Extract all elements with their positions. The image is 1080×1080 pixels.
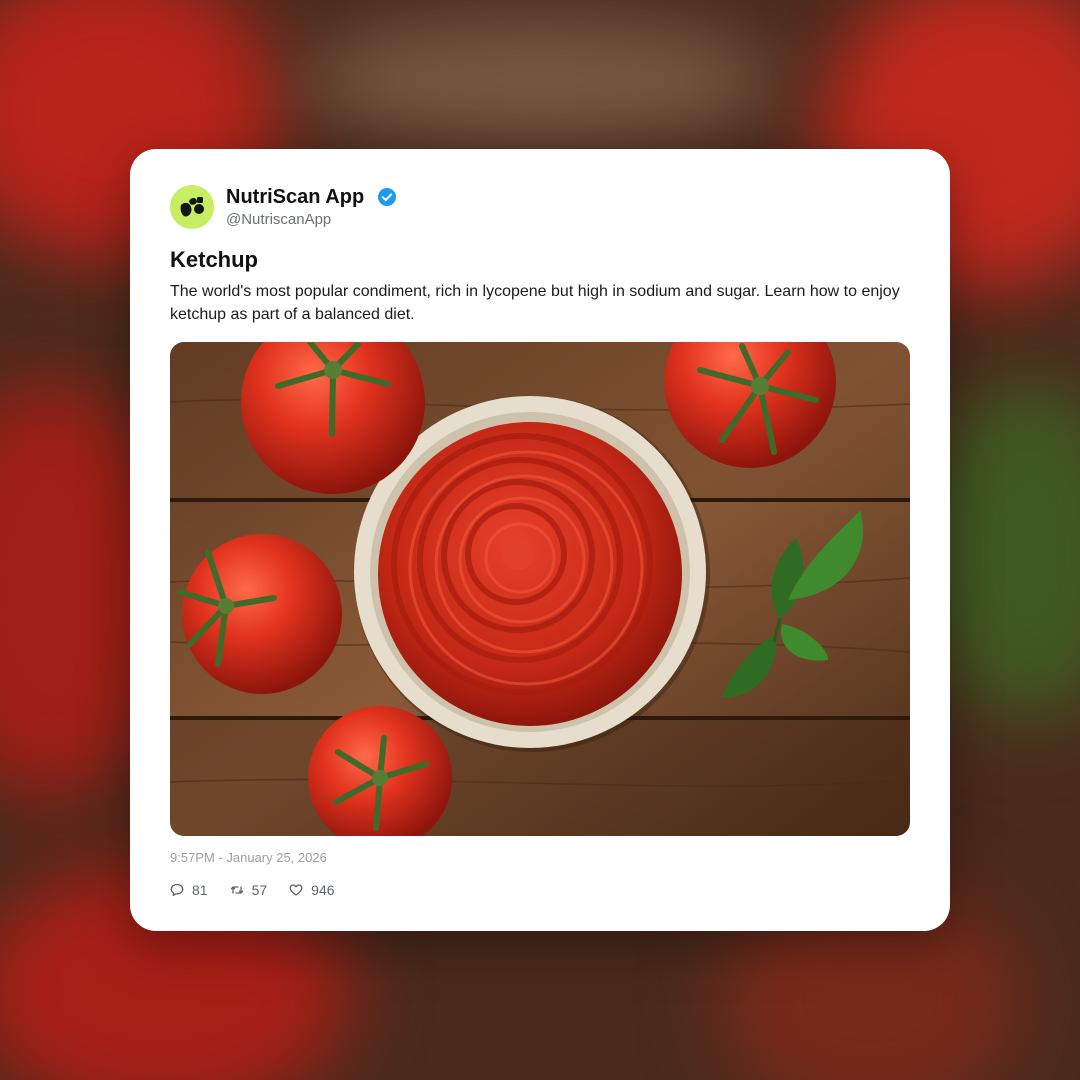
- post-card: NutriScan App @NutriscanApp Ketchup The …: [130, 149, 950, 931]
- author-handle[interactable]: @NutriscanApp: [226, 211, 331, 229]
- reply-button[interactable]: 81: [170, 882, 208, 898]
- retweet-count: 57: [251, 882, 268, 898]
- retweet-icon: [230, 886, 243, 894]
- post-title: Ketchup: [170, 247, 258, 272]
- reply-icon: [170, 883, 184, 897]
- nutriscan-logo-icon: [180, 197, 204, 217]
- verified-badge-icon: [378, 188, 396, 206]
- avatar[interactable]: [170, 185, 214, 229]
- post-timestamp[interactable]: 9:57PM - January 25, 2026: [170, 850, 327, 866]
- post-body: The world's most popular condiment, rich…: [170, 283, 900, 323]
- reply-count: 81: [192, 882, 208, 898]
- heart-icon: [289, 884, 303, 896]
- retweet-button[interactable]: 57: [230, 882, 268, 898]
- author-name[interactable]: NutriScan App: [226, 185, 364, 209]
- like-button[interactable]: 946: [289, 882, 335, 898]
- engagement-bar: 81 57 946: [170, 880, 357, 900]
- like-count: 946: [311, 882, 335, 898]
- post-image[interactable]: [170, 342, 910, 836]
- ketchup-photo: [170, 342, 910, 836]
